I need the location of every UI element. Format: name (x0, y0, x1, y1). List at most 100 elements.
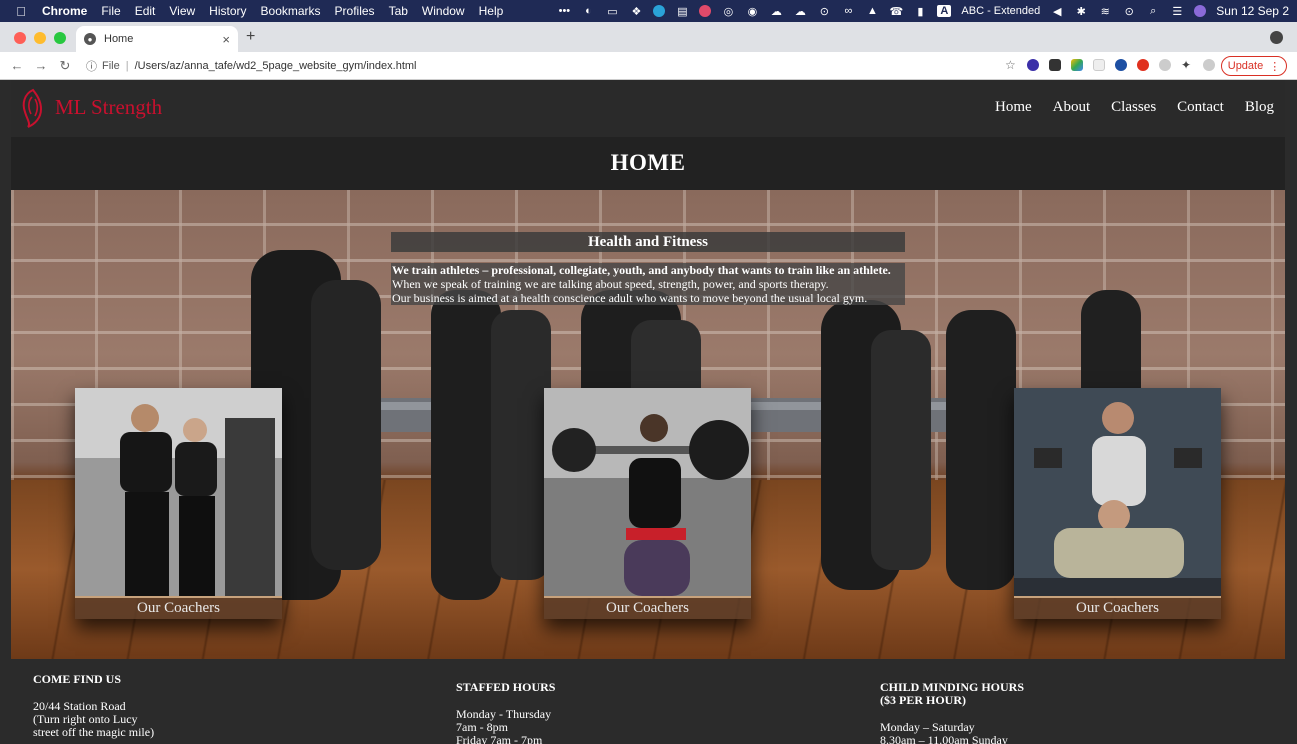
coach-photo[interactable] (75, 388, 282, 596)
menu-tab[interactable]: Tab (389, 4, 408, 18)
play-circle-icon[interactable]: ⊙ (817, 5, 831, 18)
macos-menu-bar:  Chrome File Edit View History Bookmark… (0, 0, 1297, 22)
nav-contact[interactable]: Contact (1177, 99, 1224, 116)
menu-edit[interactable]: Edit (135, 4, 156, 18)
update-button[interactable]: Update ⋮ (1221, 56, 1287, 76)
forward-arrow-icon[interactable]: → (34, 58, 48, 73)
menu-view[interactable]: View (169, 4, 195, 18)
address-bar[interactable]: ⓘ File | /Users/az/anna_tafe/wd2_5page_w… (86, 55, 417, 77)
close-window-button[interactable] (14, 32, 26, 44)
nav-about[interactable]: About (1053, 99, 1091, 116)
bluetooth-icon[interactable]: ✱ (1074, 5, 1088, 18)
apple-logo-icon[interactable]:  (14, 4, 28, 19)
minimize-window-button[interactable] (34, 32, 46, 44)
intro-line-2: When we speak of training we are talking… (392, 277, 829, 291)
intro-lead: We train athletes – professional, colleg… (392, 263, 891, 277)
menu-file[interactable]: File (101, 4, 120, 18)
coach-photo-image-1 (75, 388, 282, 596)
opera-extension-icon[interactable] (1137, 59, 1149, 71)
extensions-tray: ☆ ✦ (1005, 59, 1215, 71)
footer-address-line: street off the magic mile) (33, 725, 155, 739)
profile-avatar-icon[interactable] (1203, 59, 1215, 71)
phone-icon[interactable]: ☎ (889, 5, 904, 18)
menu-profiles[interactable]: Profiles (335, 4, 375, 18)
siri-icon[interactable] (1194, 5, 1207, 17)
control-center-icon[interactable]: ☰ (1170, 5, 1184, 18)
glasses-icon[interactable]: ∞ (841, 5, 855, 17)
coach-card[interactable]: Our Coachers (544, 388, 751, 619)
menubar-clock[interactable]: Sun 12 Sep 2 (1216, 4, 1289, 18)
google-drive-icon[interactable] (1071, 59, 1083, 71)
recording-icon[interactable] (699, 5, 712, 17)
address-url[interactable]: /Users/az/anna_tafe/wd2_5page_website_gy… (135, 60, 417, 72)
new-tab-button[interactable]: + (246, 28, 255, 46)
intro-text: We train athletes – professional, colleg… (391, 263, 905, 305)
coach-photo[interactable] (544, 388, 751, 596)
checkmark-extension-icon[interactable] (1115, 59, 1127, 71)
intro-heading: Health and Fitness (391, 232, 905, 252)
nav-blog[interactable]: Blog (1245, 99, 1274, 116)
bookmark-star-icon[interactable]: ☆ (1005, 59, 1017, 71)
time-machine-icon[interactable]: ⊙ (1122, 5, 1136, 18)
address-scheme-label: File (102, 59, 120, 72)
coach-photo[interactable] (1014, 388, 1221, 596)
tab-home[interactable]: ● Home × (76, 26, 238, 52)
more-dots-icon[interactable]: ••• (557, 5, 571, 17)
page-title: HOME (610, 150, 686, 175)
menu-window[interactable]: Window (422, 4, 465, 18)
footer-child-heading-line-2: ($3 PER HOUR) (880, 693, 966, 707)
app-icon[interactable]: ◎ (721, 5, 735, 18)
brand-name[interactable]: ML Strength (55, 95, 162, 120)
input-source-label[interactable]: ABC - Extended (961, 5, 1040, 17)
menu-history[interactable]: History (209, 4, 246, 18)
target-icon[interactable]: ◉ (745, 5, 759, 18)
hat-icon[interactable]: ▲ (865, 5, 879, 17)
footer-staffed-hours: STAFFED HOURS Monday - Thursday 7am - 8p… (456, 681, 555, 744)
menu-app-chrome[interactable]: Chrome (42, 4, 87, 18)
coach-card[interactable]: Our Coachers (75, 388, 282, 619)
coach-photo-image-3 (1014, 388, 1221, 596)
close-tab-icon[interactable]: × (222, 32, 230, 47)
extension-1-icon[interactable] (1027, 59, 1039, 71)
footer-staffed-heading: STAFFED HOURS (456, 680, 556, 694)
update-label: Update (1227, 60, 1264, 72)
keyboard-a-icon[interactable]: A (937, 5, 952, 17)
menu-help[interactable]: Help (479, 4, 504, 18)
puzzle-extensions-icon[interactable]: ✦ (1181, 59, 1193, 71)
status-tray: ••• ◐ ▭ ❖ ▤ ◎ ◉ ☁ ☁ ⊙ ∞ ▲ ☎ ▮ A ABC - Ex… (557, 0, 1289, 22)
coach-card[interactable]: Our Coachers (1014, 388, 1221, 619)
site-header: ML Strength Home About Classes Contact B… (11, 80, 1285, 137)
back-arrow-icon[interactable]: ← (10, 58, 24, 73)
menu-bookmarks[interactable]: Bookmarks (261, 4, 321, 18)
tab-search-icon[interactable] (1270, 31, 1283, 44)
zoom-window-button[interactable] (54, 32, 66, 44)
bluetooth-audio-icon[interactable]: ◐ (581, 5, 595, 17)
footer-find-us-heading: COME FIND US (33, 672, 122, 686)
globe-icon: ● (84, 33, 96, 45)
nav-classes[interactable]: Classes (1111, 99, 1156, 116)
coach-photo-image-2 (544, 388, 751, 596)
coach-caption: Our Coachers (1014, 596, 1221, 619)
teams-icon[interactable]: ▤ (675, 5, 689, 18)
intro-line-3: Our business is aimed at a health consci… (392, 291, 868, 305)
extension-disabled-icon[interactable] (1159, 59, 1171, 71)
info-icon[interactable]: ⓘ (86, 58, 97, 74)
window-controls (14, 32, 66, 44)
battery-icon[interactable]: ▮ (913, 5, 927, 18)
volume-icon[interactable]: ◀ (1050, 5, 1064, 18)
spotlight-search-icon[interactable]: ⌕ (1146, 5, 1160, 17)
screen-icon[interactable]: ▭ (605, 5, 619, 18)
wifi-icon[interactable]: ≋ (1098, 5, 1112, 18)
main-nav: Home About Classes Contact Blog (995, 99, 1274, 116)
cloud-icon[interactable]: ☁ (793, 5, 807, 18)
reload-icon[interactable]: ↻ (58, 58, 72, 74)
browser-toolbar: ← → ↻ ⓘ File | /Users/az/anna_tafe/wd2_5… (0, 52, 1297, 80)
cloud-upload-icon[interactable]: ☁ (769, 5, 783, 18)
extension-2-icon[interactable] (1049, 59, 1061, 71)
lion-logo-icon[interactable] (19, 88, 47, 128)
tab-title: Home (104, 33, 134, 45)
search-app-icon[interactable] (653, 5, 666, 17)
nav-home[interactable]: Home (995, 99, 1032, 116)
dropbox-icon[interactable]: ❖ (629, 5, 643, 18)
extension-blank-icon[interactable] (1093, 59, 1105, 71)
